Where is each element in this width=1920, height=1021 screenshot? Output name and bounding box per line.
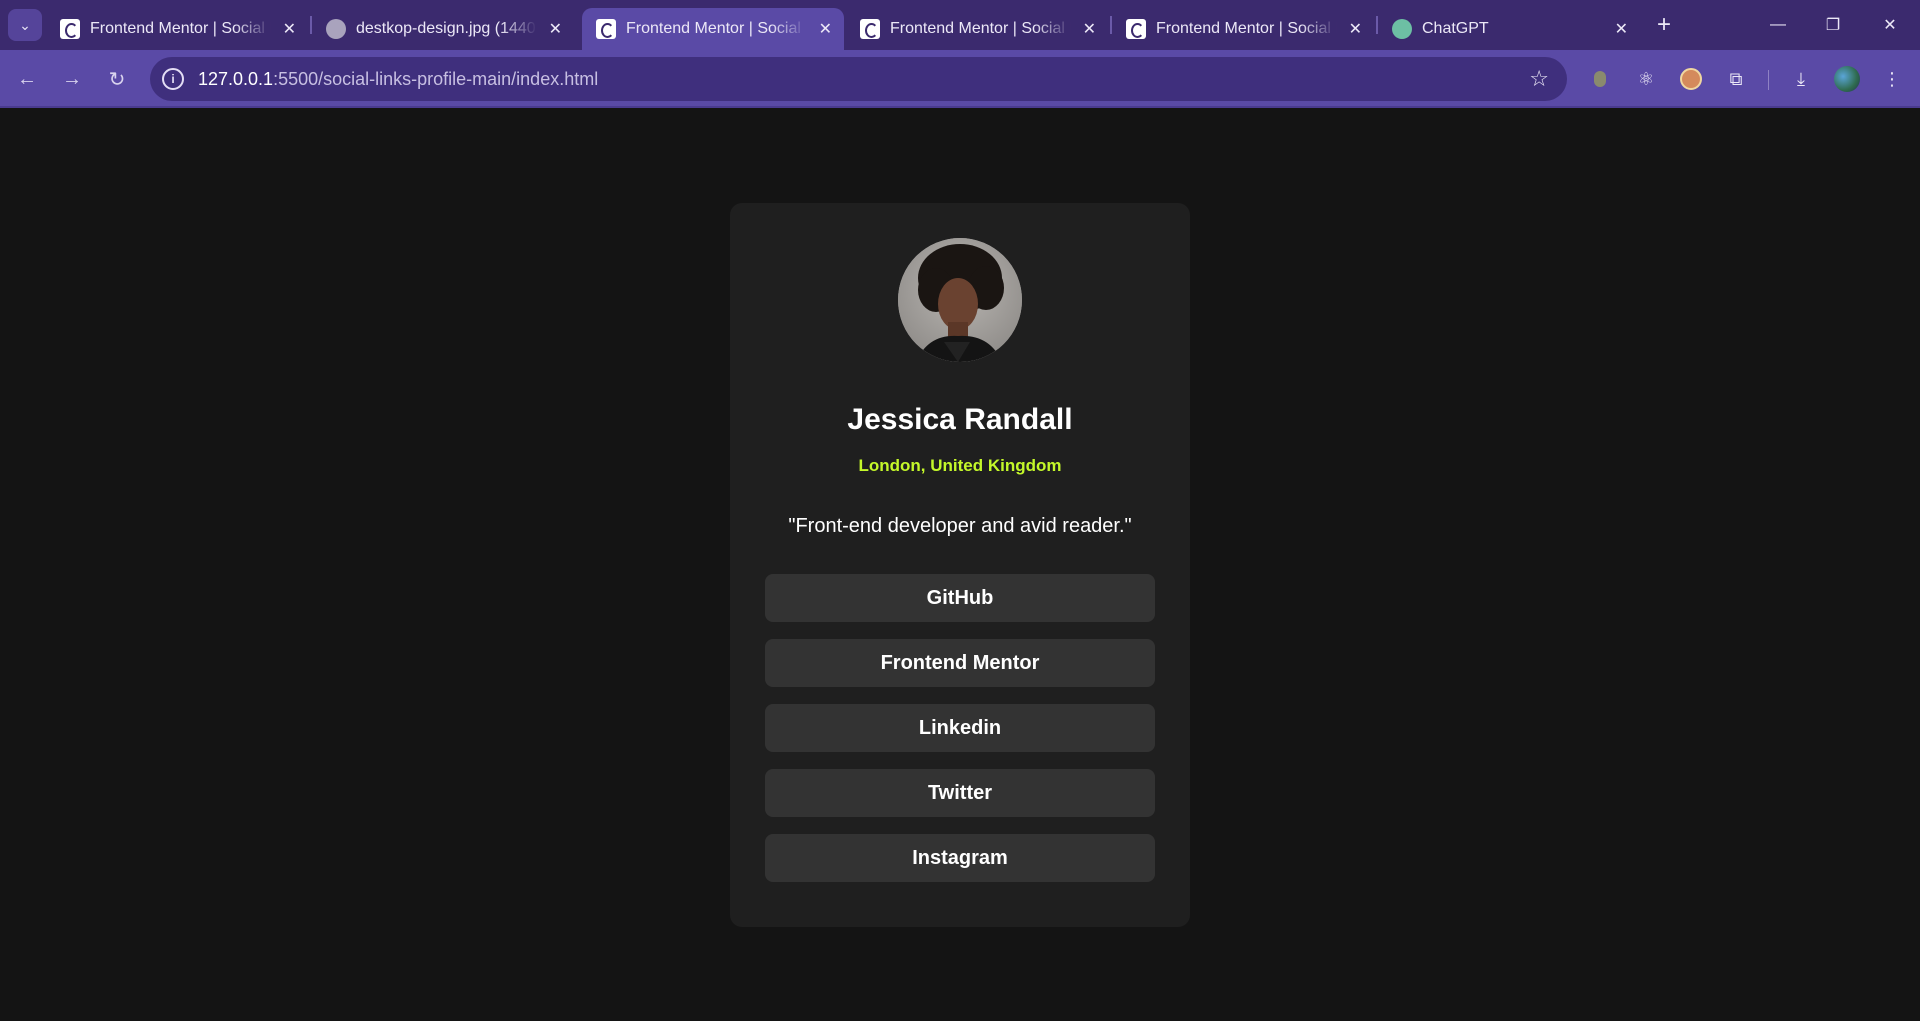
reload-button[interactable]: ↻ <box>100 62 134 96</box>
tab-active[interactable]: Frontend Mentor | Social li ✕ <box>582 8 844 50</box>
downloads-button[interactable]: ⤓ <box>1785 63 1817 95</box>
tab[interactable]: Frontend Mentor | Social li ✕ <box>46 8 308 50</box>
frontend-mentor-icon <box>1126 19 1146 39</box>
bookmark-star-icon[interactable]: ☆ <box>1529 66 1549 92</box>
github-link-button[interactable]: GitHub <box>765 574 1155 622</box>
restore-button[interactable]: ❐ <box>1813 9 1853 41</box>
extension-button[interactable] <box>1675 63 1707 95</box>
frontend-mentor-link-button[interactable]: Frontend Mentor <box>765 639 1155 687</box>
url-path: :5500/social-links-profile-main/index.ht… <box>273 68 599 89</box>
extensions-menu-button[interactable]: ⧉ <box>1720 63 1752 95</box>
tab-strip: ⌄ Frontend Mentor | Social li ✕ destkop-… <box>0 0 1920 50</box>
profile-location: London, United Kingdom <box>858 456 1062 475</box>
twitter-link-button[interactable]: Twitter <box>765 769 1155 817</box>
avatar <box>898 238 1022 362</box>
social-links: GitHub Frontend Mentor Linkedin Twitter … <box>765 574 1155 899</box>
tab[interactable]: ChatGPT ✕ <box>1378 8 1640 50</box>
forward-button[interactable]: → <box>55 62 89 96</box>
site-info-icon[interactable]: i <box>162 68 184 90</box>
close-icon[interactable]: ✕ <box>1083 19 1096 39</box>
arrow-left-icon: ← <box>17 67 37 90</box>
frontend-mentor-icon <box>860 19 880 39</box>
extension-icon <box>1594 71 1606 87</box>
tab-title: Frontend Mentor | Social li <box>90 20 271 37</box>
profile-bio: "Front-end developer and avid reader." <box>788 515 1132 537</box>
new-tab-button[interactable]: + <box>1650 9 1678 41</box>
minimize-icon: — <box>1770 16 1786 33</box>
tab-title: ChatGPT <box>1422 20 1489 37</box>
react-icon: ⚛ <box>1637 68 1655 89</box>
chevron-down-icon: ⌄ <box>19 16 31 33</box>
profile-card: Jessica Randall London, United Kingdom "… <box>730 203 1190 927</box>
tab-title: Frontend Mentor | Social li <box>890 20 1071 37</box>
browser-toolbar: ← → ↻ i 127.0.0.1:5500/social-links-prof… <box>0 50 1920 108</box>
chatgpt-icon <box>1392 19 1412 39</box>
minimize-button[interactable]: — <box>1758 9 1798 41</box>
tab-search-button[interactable]: ⌄ <box>8 9 42 41</box>
kebab-menu-icon: ⋮ <box>1883 68 1901 89</box>
tab-title: Frontend Mentor | Social li <box>626 20 807 37</box>
download-icon: ⤓ <box>1797 68 1805 89</box>
avatar-photo <box>898 238 1022 362</box>
globe-icon <box>326 19 346 39</box>
arrow-right-icon: → <box>62 67 82 90</box>
close-icon: ✕ <box>1883 17 1897 34</box>
tab-title: Frontend Mentor | Social li <box>1156 20 1337 37</box>
tab[interactable]: Frontend Mentor | Social li ✕ <box>846 8 1108 50</box>
close-window-button[interactable]: ✕ <box>1870 9 1910 41</box>
profile-name: Jessica Randall <box>847 403 1073 436</box>
tab[interactable]: Frontend Mentor | Social li ✕ <box>1112 8 1374 50</box>
toolbar-divider <box>1768 70 1769 90</box>
instagram-link-button[interactable]: Instagram <box>765 834 1155 882</box>
linkedin-link-button[interactable]: Linkedin <box>765 704 1155 752</box>
profile-button[interactable] <box>1831 63 1863 95</box>
close-icon[interactable]: ✕ <box>1615 19 1628 39</box>
close-icon[interactable]: ✕ <box>549 19 562 39</box>
page-viewport: Jessica Randall London, United Kingdom "… <box>0 108 1920 1021</box>
tab[interactable]: destkop-design.jpg (1440× ✕ <box>312 8 574 50</box>
browser-menu-button[interactable]: ⋮ <box>1876 63 1908 95</box>
restore-icon: ❐ <box>1825 17 1841 34</box>
owl-face-icon <box>1680 68 1702 90</box>
puzzle-icon: ⧉ <box>1729 68 1743 89</box>
profile-avatar-icon <box>1834 66 1860 92</box>
extension-button[interactable] <box>1584 63 1616 95</box>
close-icon[interactable]: ✕ <box>1349 19 1362 39</box>
close-icon[interactable]: ✕ <box>283 19 296 39</box>
close-icon[interactable]: ✕ <box>819 19 832 39</box>
tab-title: destkop-design.jpg (1440× <box>356 20 537 37</box>
url-host: 127.0.0.1 <box>198 68 274 89</box>
plus-icon: + <box>1656 11 1671 38</box>
reload-icon: ↻ <box>108 68 126 91</box>
url-text: 127.0.0.1:5500/social-links-profile-main… <box>198 69 598 90</box>
frontend-mentor-icon <box>60 19 80 39</box>
back-button[interactable]: ← <box>10 62 44 96</box>
address-bar[interactable]: i 127.0.0.1:5500/social-links-profile-ma… <box>150 57 1567 101</box>
react-devtools-button[interactable]: ⚛ <box>1630 63 1662 95</box>
frontend-mentor-icon <box>596 19 616 39</box>
